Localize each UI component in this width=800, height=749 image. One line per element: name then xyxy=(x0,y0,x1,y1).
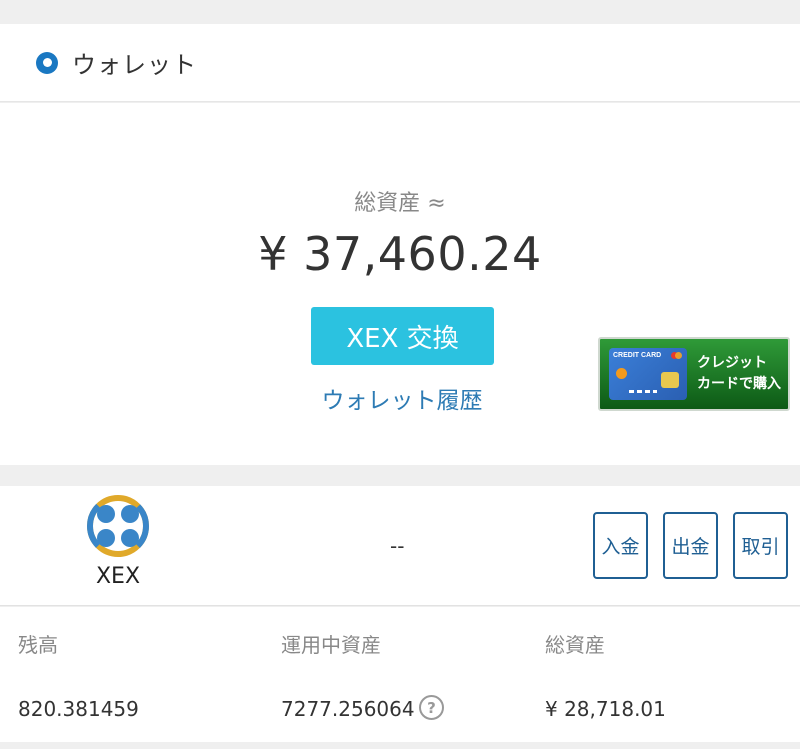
in-use-assets-label: 運用中資産 xyxy=(281,633,381,657)
bitcoin-icon xyxy=(616,368,627,379)
deposit-button[interactable]: 入金 xyxy=(593,512,648,579)
asset-summary: 総資産 ≈ ¥ 37,460.24 XEX 交換 ウォレット履歴 CREDIT … xyxy=(0,103,800,465)
credit-card-banner-text: クレジット カードで購入 xyxy=(697,355,781,392)
total-assets-label: 総資産 ≈ xyxy=(354,191,446,216)
withdraw-button[interactable]: 出金 xyxy=(663,512,718,579)
total-assets-value: ¥ 37,460.24 xyxy=(258,227,542,281)
app-header: ウォレット xyxy=(0,24,800,102)
coin-total-assets-label: 総資産 xyxy=(545,633,605,657)
balance-value: 820.381459 xyxy=(18,697,139,721)
help-icon[interactable]: ? xyxy=(419,695,444,720)
wallet-icon xyxy=(36,51,58,74)
coin-price: -- xyxy=(390,534,405,558)
coin-row-xex: XEX -- 入金 出金 取引 xyxy=(0,486,800,606)
coin-total-assets-value: ¥ 28,718.01 xyxy=(545,697,666,721)
balance-details: 残高 運用中資産 総資産 820.381459 7277.256064 ? ¥ … xyxy=(0,607,800,742)
credit-card-icon: CREDIT CARD xyxy=(609,348,687,400)
xex-logo-icon xyxy=(87,495,149,557)
credit-card-purchase-banner[interactable]: CREDIT CARD クレジット カードで購入 xyxy=(598,337,790,411)
coin-name: XEX xyxy=(95,564,141,589)
trade-button[interactable]: 取引 xyxy=(733,512,788,579)
xex-exchange-button[interactable]: XEX 交換 xyxy=(311,307,494,365)
balance-label: 残高 xyxy=(18,633,58,657)
page-title: ウォレット xyxy=(72,51,197,79)
in-use-assets-value: 7277.256064 xyxy=(281,697,415,721)
